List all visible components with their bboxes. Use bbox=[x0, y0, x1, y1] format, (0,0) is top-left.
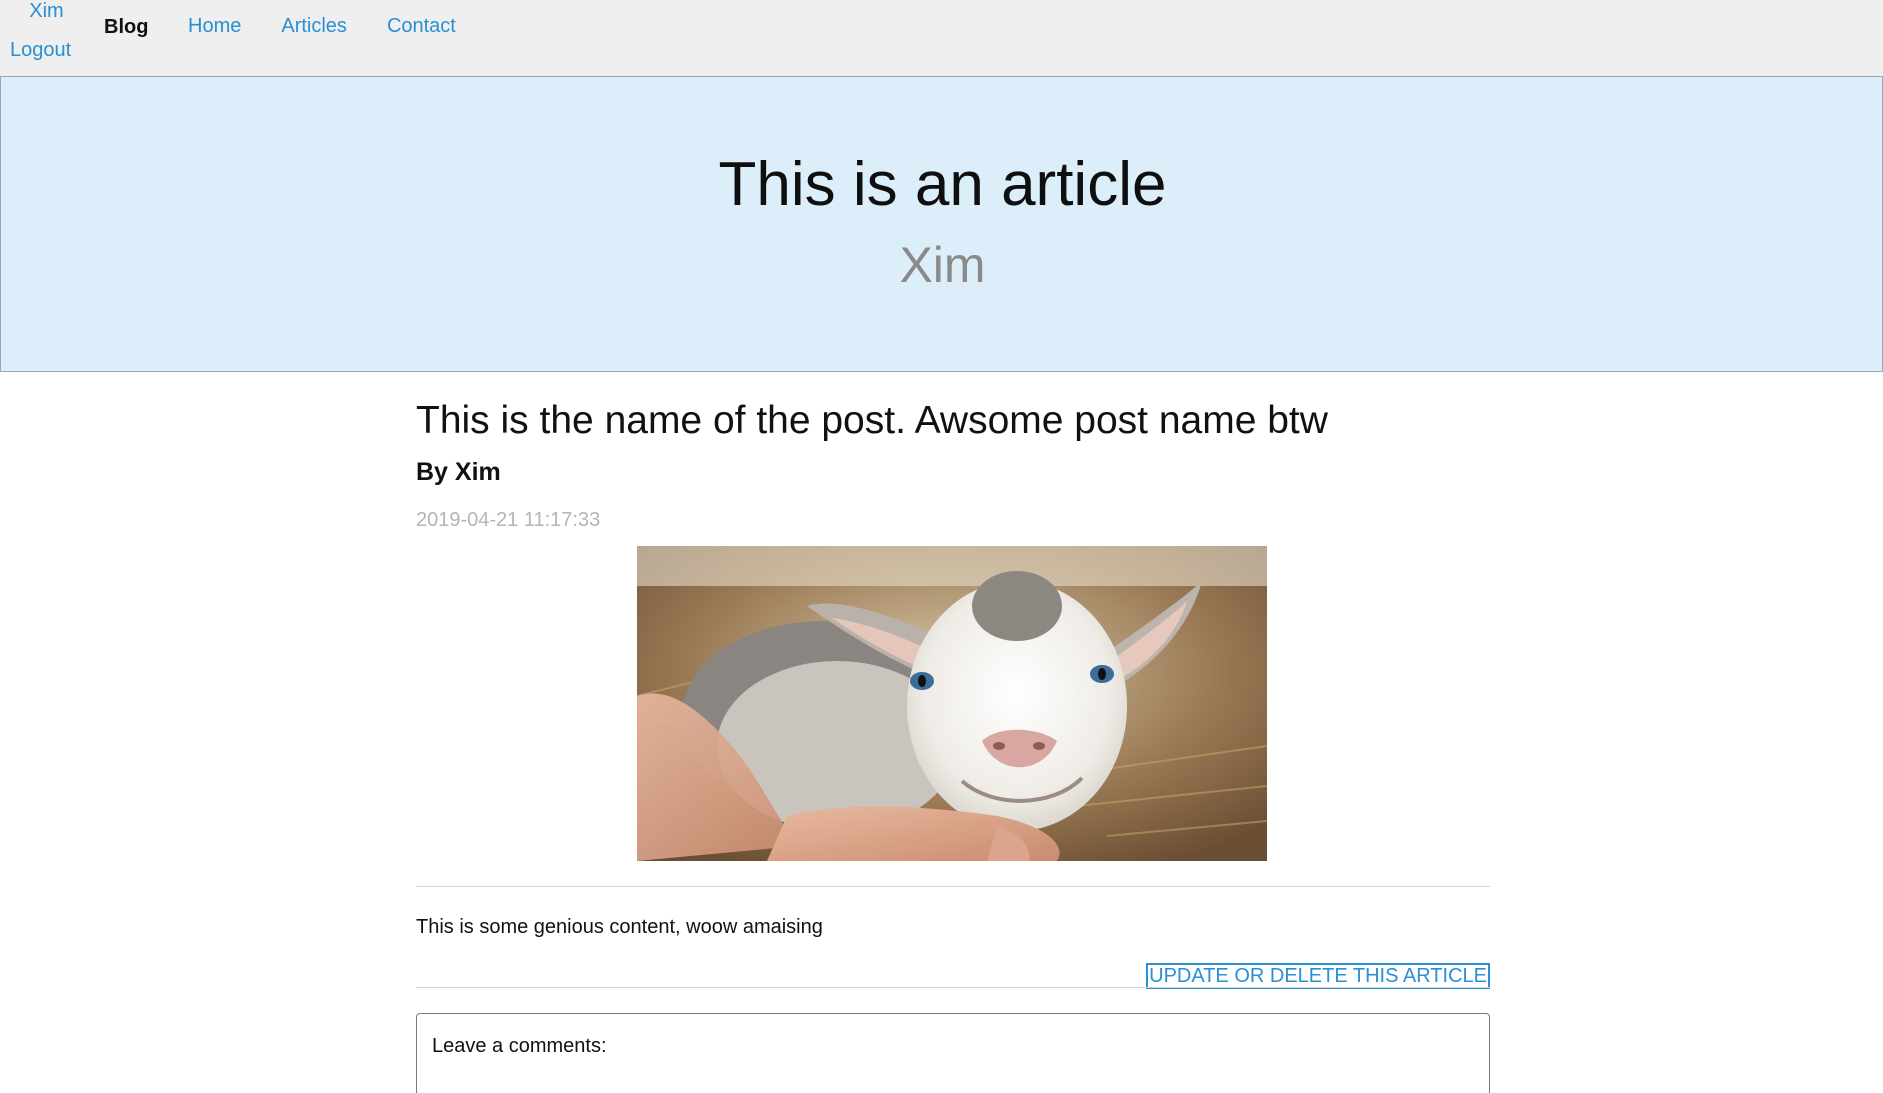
comment-label: Leave a comments: bbox=[432, 1035, 607, 1057]
nav-link-contact[interactable]: Contact bbox=[387, 13, 456, 39]
top-navbar: Xim Logout Blog Home Articles Contact bbox=[0, 0, 1883, 76]
logout-link[interactable]: Logout bbox=[10, 38, 71, 62]
post-image bbox=[637, 546, 1267, 861]
nav-link-articles[interactable]: Articles bbox=[281, 13, 347, 39]
user-menu: Xim Logout bbox=[0, 0, 84, 76]
user-name-link[interactable]: Xim bbox=[0, 0, 93, 22]
comment-box: Leave a comments: bbox=[416, 1013, 1490, 1093]
content-divider-bottom bbox=[416, 987, 1490, 988]
page-title: This is an article bbox=[718, 150, 1167, 219]
hero-banner: This is an article Xim bbox=[0, 76, 1883, 372]
page-subtitle: Xim bbox=[899, 237, 986, 293]
nav-link-home[interactable]: Home bbox=[188, 13, 241, 39]
post-body: This is some genious content, woow amais… bbox=[416, 916, 823, 938]
goat-photo-illustration bbox=[637, 546, 1267, 861]
post-author: By Xim bbox=[416, 458, 501, 486]
post-timestamp: 2019-04-21 11:17:33 bbox=[416, 509, 601, 531]
update-delete-article-link[interactable]: UPDATE OR DELETE THIS ARTICLE bbox=[1146, 963, 1490, 989]
nav-links: Home Articles Contact bbox=[188, 13, 496, 39]
content-divider-top bbox=[416, 886, 1490, 887]
post-title: This is the name of the post. Awsome pos… bbox=[416, 399, 1328, 442]
brand-label: Blog bbox=[104, 16, 149, 38]
